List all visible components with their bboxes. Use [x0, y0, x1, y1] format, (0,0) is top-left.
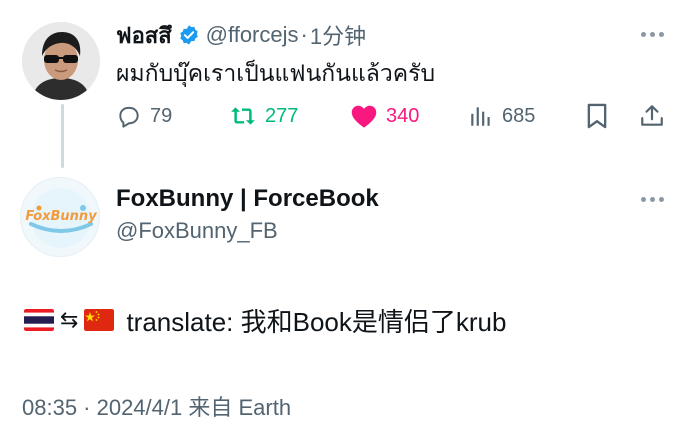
like-count: 340 [386, 104, 420, 127]
reply-author-row: ฟอสสึ @fforcejs · 1分钟 [116, 20, 366, 50]
reply-button[interactable]: 79 [116, 98, 172, 134]
reply-icon [119, 106, 139, 128]
avatar[interactable] [22, 22, 100, 100]
retweet-icon [231, 107, 255, 125]
tweet-timestamp-source[interactable]: 08:35 · 2024/4/1 来自 Earth [22, 390, 291, 422]
tweet-text: translate: 我和Book是情侣了krub [126, 306, 507, 337]
tweet-actions-bar: 79 277 340 685 [116, 98, 672, 134]
tweet-text: ผมกับบุ๊คเราเป็นแฟนกันแล้วครับ [116, 60, 436, 86]
retweet-count: 277 [265, 104, 299, 127]
verified-badge-icon [178, 24, 200, 46]
views-count: 685 [502, 104, 536, 127]
timestamp[interactable]: 1分钟 [310, 19, 366, 51]
share-icon [641, 105, 663, 126]
reply-count: 79 [150, 104, 173, 127]
bookmark-icon [587, 103, 607, 129]
like-button[interactable]: 340 [350, 98, 419, 134]
handle[interactable]: @FoxBunny_FB [116, 218, 278, 244]
thailand-flag-icon [24, 309, 54, 331]
thread-connector-line [61, 104, 64, 168]
china-flag-icon [84, 309, 115, 331]
views-button[interactable]: 685 [468, 98, 535, 134]
avatar[interactable]: FoxBunny [20, 177, 100, 257]
bookmark-button[interactable] [585, 98, 609, 134]
tweet-body: ⇆ translate: 我和Book是情侣了krub [24, 300, 506, 340]
svg-text:FoxBunny: FoxBunny [25, 209, 97, 224]
handle[interactable]: @fforcejs [206, 22, 299, 48]
more-options-icon[interactable] [641, 197, 664, 202]
display-name[interactable]: FoxBunny | ForceBook [116, 185, 379, 213]
exchange-arrows-icon: ⇆ [60, 307, 79, 332]
quoted-author-row: FoxBunny | ForceBook [116, 183, 379, 215]
avatar-photo [22, 22, 100, 100]
views-chart-icon [471, 107, 490, 126]
share-button[interactable] [639, 98, 665, 134]
retweet-button[interactable]: 277 [229, 98, 298, 134]
heart-icon [351, 105, 377, 128]
more-options-icon[interactable] [641, 32, 664, 37]
separator-dot: · [300, 22, 308, 47]
display-name[interactable]: ฟอสสึ [116, 18, 172, 53]
foxbunny-logo: FoxBunny [21, 178, 99, 256]
